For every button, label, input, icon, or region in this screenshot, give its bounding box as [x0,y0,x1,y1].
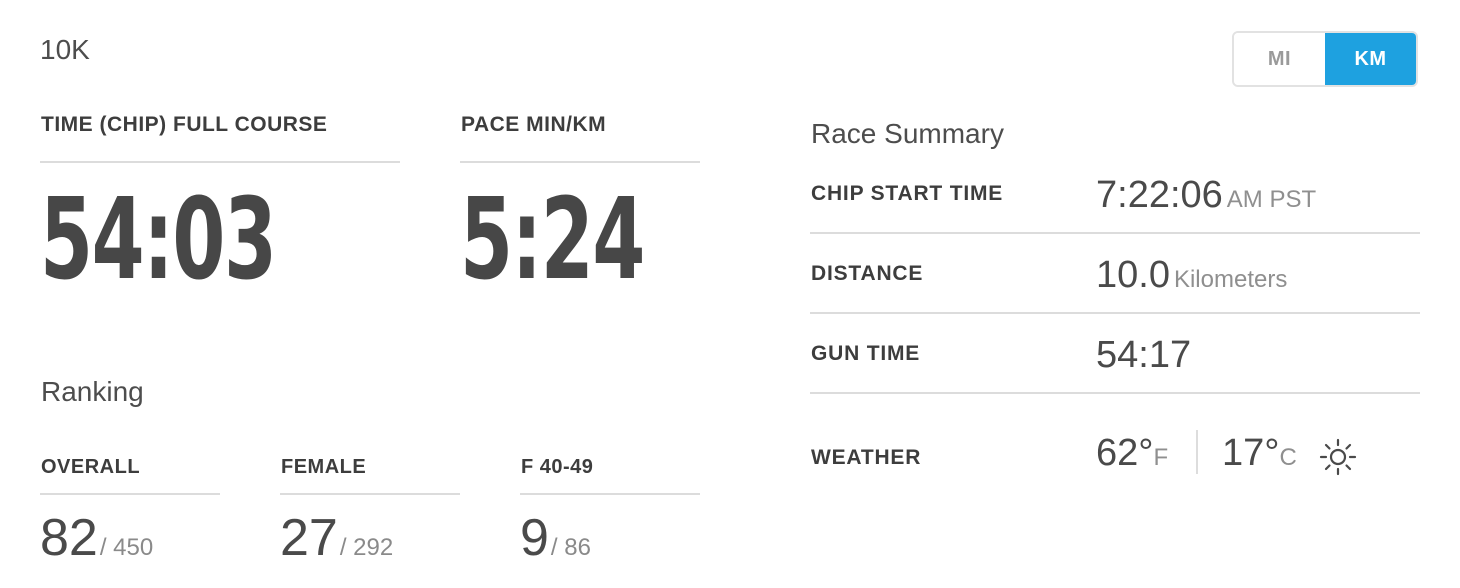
gun-time-value: 54:17 [1096,334,1192,376]
rank-female-total: / 292 [339,534,394,561]
temp-f-unit: F [1153,444,1169,471]
chip-start-label: CHIP START TIME [811,182,1004,205]
chip-start-unit: AM PST [1226,186,1317,213]
distance-unit: Kilometers [1173,266,1288,293]
pace-label: PACE MIN/KM [461,113,607,136]
divider [40,161,400,163]
unit-km-button[interactable]: KM [1325,33,1416,85]
temp-c-unit: C [1279,444,1297,471]
gun-time-label: GUN TIME [811,342,921,365]
weather-separator [1196,430,1198,474]
chip-start-time: 7:22:06 [1096,174,1223,216]
rank-female-label: FEMALE [281,456,367,478]
divider [460,161,700,163]
pace-value: 5:24 [460,175,645,305]
divider [810,312,1420,314]
rank-age-group: 9/ 86 [520,512,591,564]
rank-age-group-label: F 40-49 [521,456,594,478]
temp-f-value: 62° [1096,432,1154,474]
weather-celsius: 17°C [1222,434,1297,472]
distance-label: DISTANCE [811,262,924,285]
divider [810,392,1420,394]
weather-label: WEATHER [811,446,922,469]
sun-icon [1318,437,1358,477]
unit-mi-button[interactable]: MI [1234,33,1325,85]
divider [280,493,460,495]
rank-overall: 82/ 450 [40,512,153,564]
rank-age-group-total: / 86 [550,534,591,561]
distance-number: 10.0 [1096,254,1170,296]
race-name: 10K [40,34,90,65]
rank-overall-label: OVERALL [41,456,141,478]
weather-fahrenheit: 62°F [1096,434,1168,472]
rank-overall-total: / 450 [99,534,154,561]
chip-time-value: 54:03 [40,175,277,305]
divider [810,232,1420,234]
rank-female-place: 27 [280,509,338,567]
divider [40,493,220,495]
unit-toggle: MI KM [1232,31,1418,87]
chip-time-label: TIME (CHIP) FULL COURSE [41,113,328,136]
rank-overall-place: 82 [40,509,98,567]
distance-value: 10.0 Kilometers [1096,256,1287,294]
rank-female: 27/ 292 [280,512,393,564]
race-summary-title: Race Summary [811,118,1004,149]
divider [520,493,700,495]
rank-age-group-place: 9 [520,509,549,567]
chip-start-value: 7:22:06 AM PST [1096,176,1316,214]
ranking-title: Ranking [41,376,144,407]
temp-c-value: 17° [1222,432,1280,474]
